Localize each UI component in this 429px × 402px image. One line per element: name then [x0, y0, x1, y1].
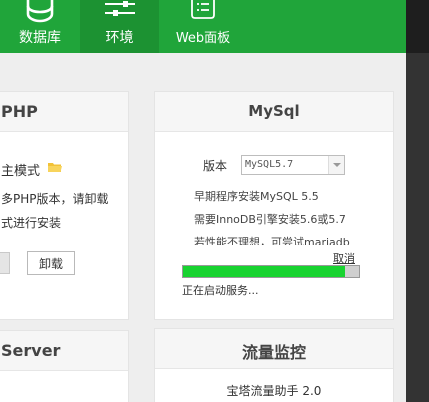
php-mode-label: 主模式 — [1, 164, 41, 179]
mysql-panel-header: MySql — [155, 92, 393, 132]
mysql-note-1: 早期程序安装MySQL 5.5 — [194, 190, 319, 203]
php-description-line1: 多PHP版本，请卸载 — [1, 192, 109, 206]
php-version-select[interactable] — [0, 252, 10, 274]
php-panel-title: PHP — [1, 102, 38, 121]
install-progress-fill — [183, 266, 345, 277]
folder-icon[interactable] — [48, 162, 62, 173]
server-panel-title: Server — [1, 341, 61, 360]
nav-database[interactable]: 数据库 — [0, 0, 80, 53]
version-select-toggle[interactable] — [328, 156, 344, 174]
install-status-text: 正在启动服务... — [182, 284, 259, 297]
php-panel-header: PHP — [0, 92, 128, 132]
right-bar-top — [406, 0, 429, 53]
mysql-panel-title: MySql — [248, 102, 300, 120]
mysql-note-2: 需要InnoDB引擎安装5.6或5.7 — [194, 213, 346, 226]
cancel-link[interactable]: 取消 — [333, 250, 355, 266]
nav-web-panel[interactable]: Web面板 — [159, 0, 247, 53]
version-label: 版本 — [203, 159, 228, 173]
version-select[interactable]: MySQL5.7 — [241, 155, 345, 175]
flow-monitor-header: 流量监控 — [155, 329, 393, 369]
server-panel: Server — [0, 330, 129, 402]
flow-monitor-title: 流量监控 — [241, 343, 306, 362]
flow-monitor-panel: 流量监控 宝塔流量助手 2.0 — [154, 328, 394, 402]
install-progress-bar — [182, 265, 360, 278]
nav-environment[interactable]: 环境 — [80, 0, 159, 53]
php-uninstall-button[interactable]: 卸载 — [27, 251, 75, 275]
right-scrollbar[interactable] — [406, 0, 429, 402]
server-panel-header: Server — [0, 331, 128, 371]
php-description-line2: 式进行安装 — [1, 216, 62, 230]
nav-environment-label: 环境 — [105, 30, 134, 46]
nav-web-panel-label: Web面板 — [175, 31, 231, 46]
database-icon — [26, 0, 54, 23]
mysql-panel: MySql 版本 MySQL5.7 早期程序安装MySQL 5.5 需要Inno… — [154, 91, 394, 320]
version-select-value: MySQL5.7 — [245, 159, 294, 170]
chevron-down-icon — [333, 163, 341, 167]
top-nav: 数据库 环境 Web面板 — [0, 0, 406, 53]
flow-assistant-item[interactable]: 宝塔流量助手 2.0 — [155, 382, 393, 399]
nav-database-label: 数据库 — [19, 30, 61, 46]
php-panel: PHP 主模式 多PHP版本，请卸载 式进行安装 卸载 — [0, 91, 129, 320]
web-panel-icon — [191, 0, 215, 19]
sliders-icon — [104, 1, 135, 16]
mysql-note-3: 若性能不理想，可尝试mariadb — [194, 236, 350, 249]
